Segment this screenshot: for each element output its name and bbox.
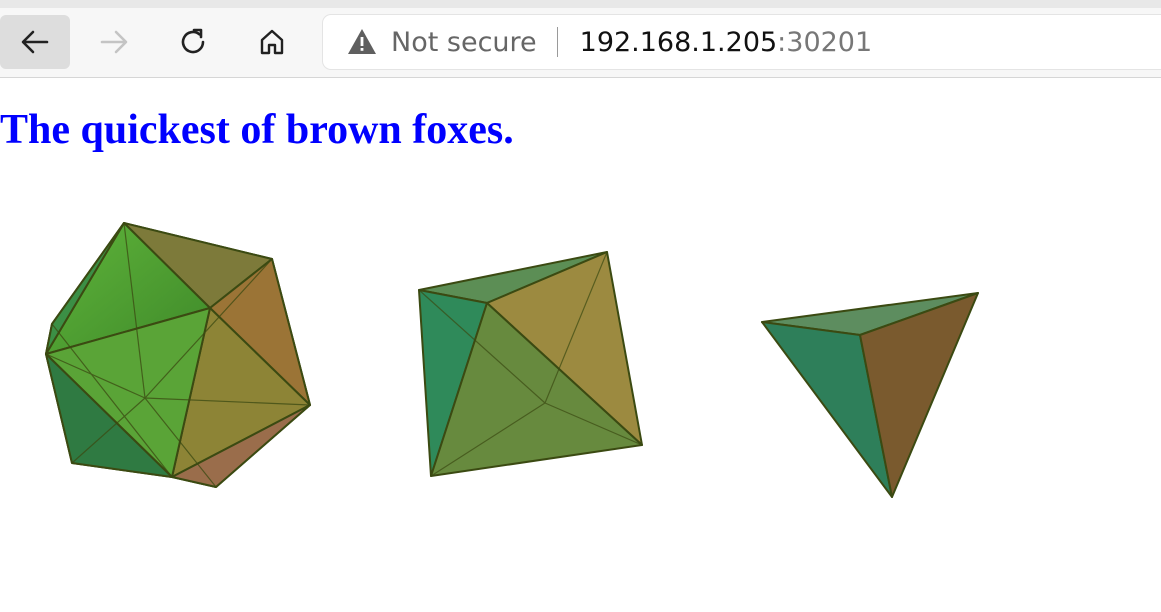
octahedron-shape — [418, 251, 643, 477]
tetrahedron-shape — [761, 292, 979, 498]
address-divider — [556, 27, 558, 57]
polyhedra-illustration — [45, 222, 979, 498]
tab-strip-edge — [0, 0, 1161, 8]
refresh-icon — [181, 28, 205, 54]
browser-toolbar: Not secure 192.168.1.205:30201 — [0, 0, 1161, 78]
page-content: The quickest of brown foxes. — [0, 78, 1161, 611]
back-button[interactable] — [0, 15, 70, 69]
address-bar[interactable]: Not secure 192.168.1.205:30201 — [323, 15, 1161, 69]
refresh-button[interactable] — [158, 15, 228, 69]
security-status-label[interactable]: Not secure — [391, 27, 537, 58]
home-icon — [260, 29, 284, 55]
forward-button[interactable] — [79, 15, 149, 69]
url-port[interactable]: :30201 — [777, 27, 872, 58]
forward-arrow-icon — [100, 30, 128, 54]
icosahedron-shape — [45, 222, 311, 488]
home-button[interactable] — [237, 15, 307, 69]
warning-icon[interactable] — [347, 27, 377, 57]
url-host[interactable]: 192.168.1.205 — [580, 27, 778, 58]
back-arrow-icon — [21, 30, 49, 54]
